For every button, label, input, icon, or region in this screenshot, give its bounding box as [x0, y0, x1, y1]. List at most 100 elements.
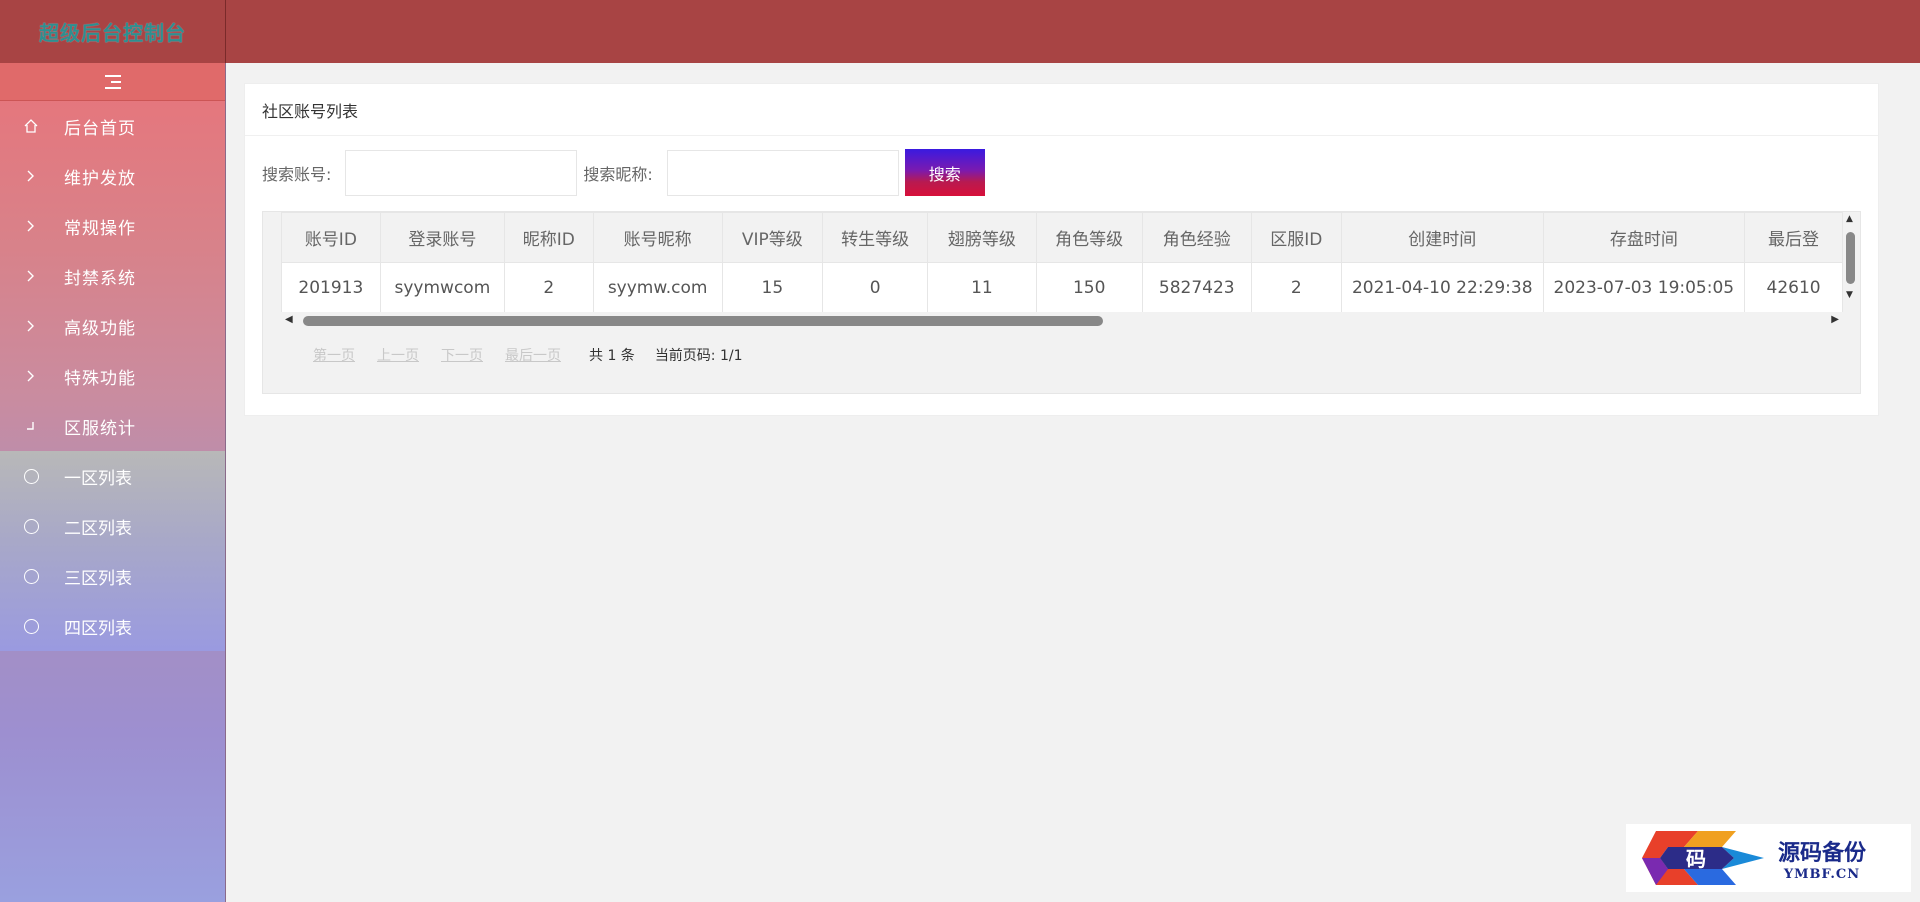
card-title: 社区账号列表: [245, 84, 1878, 136]
table-header-row: 账号ID 登录账号 昵称ID 账号昵称 VIP等级 转生等级 翅膀等级 角色等级…: [281, 212, 1843, 263]
scroll-down-icon[interactable]: ▼: [1846, 290, 1853, 300]
sidebar-item-special[interactable]: 特殊功能: [0, 351, 225, 401]
scroll-up-icon[interactable]: ▲: [1846, 214, 1853, 224]
account-list-card: 社区账号列表 搜索账号: 搜索昵称: 搜索 账号ID 登录账号 昵称ID 账号昵…: [244, 83, 1879, 416]
sidebar-item-label: 特殊功能: [64, 368, 136, 389]
first-page-link[interactable]: 第一页: [313, 345, 355, 365]
app-title: 超级后台控制台: [39, 21, 186, 45]
sidebar-subitem-zone-2[interactable]: 二区列表: [0, 501, 225, 551]
watermark: 码 源码备份 YMBF.CN: [1626, 824, 1911, 892]
vertical-scroll-thumb[interactable]: [1846, 232, 1855, 284]
column-header: 角色经验: [1141, 212, 1252, 263]
column-header: 账号ID: [281, 212, 381, 263]
table-cell: 2023-07-03 19:05:05: [1542, 262, 1746, 313]
sidebar-subitem-zone-1[interactable]: 一区列表: [0, 451, 225, 501]
column-header: 转生等级: [821, 212, 929, 263]
total-count: 共 1 条: [589, 348, 635, 364]
search-button[interactable]: 搜索: [904, 149, 985, 196]
account-table: 账号ID 登录账号 昵称ID 账号昵称 VIP等级 转生等级 翅膀等级 角色等级…: [281, 212, 1843, 313]
current-page: 当前页码: 1/1: [654, 348, 743, 364]
sidebar-subitem-label: 二区列表: [64, 518, 132, 539]
column-header: 创建时间: [1340, 212, 1544, 263]
table-cell: 2021-04-10 22:29:38: [1340, 262, 1544, 313]
sidebar-item-home[interactable]: 后台首页: [0, 101, 225, 151]
account-search-label: 搜索账号:: [262, 164, 332, 184]
vertical-scrollbar[interactable]: ▲ ▼: [1843, 212, 1857, 330]
sidebar-item-label: 维护发放: [64, 168, 136, 189]
sidebar-item-label: 封禁系统: [64, 268, 136, 289]
sidebar-item-server-stats[interactable]: 区服统计: [0, 401, 225, 451]
table-cell: 2: [1250, 262, 1342, 313]
table-row[interactable]: 201913 syymwcom 2 syymw.com 15 0 11 150 …: [281, 262, 1843, 313]
last-page-link[interactable]: 最后一页: [505, 345, 561, 365]
sidebar-subitem-zone-3[interactable]: 三区列表: [0, 551, 225, 601]
column-header: VIP等级: [721, 212, 823, 263]
sidebar-item-label: 后台首页: [64, 118, 136, 139]
sidebar: 后台首页 维护发放 常规操作 封禁系统 高级功能 特殊功能 区服统计 一区列表 …: [0, 63, 226, 902]
column-header: 账号昵称: [592, 212, 723, 263]
sidebar-item-label: 高级功能: [64, 318, 136, 339]
search-bar: 搜索账号: 搜索昵称: 搜索: [262, 149, 985, 196]
watermark-en: YMBF.CN: [1783, 866, 1861, 882]
circle-icon: [22, 467, 40, 485]
menu-fold-icon: [104, 74, 121, 89]
chevron-right-icon: [22, 217, 40, 235]
column-header: 区服ID: [1250, 212, 1342, 263]
next-page-link[interactable]: 下一页: [441, 345, 483, 365]
column-header: 翅膀等级: [927, 212, 1037, 263]
watermark-cn: 源码备份: [1778, 839, 1867, 866]
horizontal-scroll-thumb[interactable]: [303, 316, 1103, 326]
horizontal-scrollbar[interactable]: ◀ ▶: [281, 312, 1843, 330]
sidebar-item-label: 常规操作: [64, 218, 136, 239]
chevron-right-icon: [22, 267, 40, 285]
home-icon: [22, 117, 40, 135]
svg-text:码: 码: [1686, 847, 1706, 871]
scroll-left-icon[interactable]: ◀: [285, 314, 293, 325]
table-container: 账号ID 登录账号 昵称ID 账号昵称 VIP等级 转生等级 翅膀等级 角色等级…: [262, 211, 1861, 394]
chevron-right-icon: [22, 367, 40, 385]
circle-icon: [22, 617, 40, 635]
table-cell: 15: [721, 262, 823, 313]
sidebar-subitem-label: 三区列表: [64, 568, 132, 589]
server-stats-submenu: 一区列表 二区列表 三区列表 四区列表: [0, 451, 225, 651]
column-header: 昵称ID: [504, 212, 594, 263]
table-cell: syymw.com: [592, 262, 723, 313]
table-cell: syymwcom: [379, 262, 506, 313]
column-header: 最后登: [1744, 212, 1843, 263]
column-header: 角色等级: [1035, 212, 1143, 263]
circle-icon: [22, 517, 40, 535]
table-cell: 2: [504, 262, 594, 313]
sidebar-subitem-label: 四区列表: [64, 618, 132, 639]
table-cell: 5827423: [1141, 262, 1252, 313]
sidebar-toggle-button[interactable]: [0, 63, 225, 101]
nickname-search-label: 搜索昵称:: [583, 164, 653, 184]
watermark-logo-icon: 码: [1638, 827, 1768, 889]
sidebar-subitem-label: 一区列表: [64, 468, 132, 489]
pagination: 第一页 上一页 下一页 最后一页 共 1 条 当前页码: 1/1: [313, 345, 757, 365]
top-header: 超级后台控制台: [0, 0, 1920, 63]
sidebar-subitem-zone-4[interactable]: 四区列表: [0, 601, 225, 651]
circle-icon: [22, 567, 40, 585]
column-header: 存盘时间: [1542, 212, 1746, 263]
table-cell: 201913: [281, 262, 381, 313]
sidebar-item-maintenance[interactable]: 维护发放: [0, 151, 225, 201]
account-search-input[interactable]: [345, 149, 578, 196]
scroll-right-icon[interactable]: ▶: [1831, 314, 1839, 325]
sidebar-item-advanced[interactable]: 高级功能: [0, 301, 225, 351]
table-cell: 150: [1035, 262, 1143, 313]
main-content: 社区账号列表 搜索账号: 搜索昵称: 搜索 账号ID 登录账号 昵称ID 账号昵…: [227, 63, 1920, 902]
chevron-down-icon: [22, 417, 40, 435]
sidebar-item-label: 区服统计: [64, 418, 136, 439]
table-cell: 11: [927, 262, 1037, 313]
logo-area: 超级后台控制台: [0, 0, 226, 63]
chevron-right-icon: [22, 317, 40, 335]
sidebar-item-regular-ops[interactable]: 常规操作: [0, 201, 225, 251]
column-header: 登录账号: [379, 212, 506, 263]
chevron-right-icon: [22, 167, 40, 185]
table-cell: 42610: [1744, 262, 1843, 313]
prev-page-link[interactable]: 上一页: [377, 345, 419, 365]
sidebar-item-ban-system[interactable]: 封禁系统: [0, 251, 225, 301]
table-cell: 0: [821, 262, 929, 313]
watermark-text: 源码备份 YMBF.CN: [1778, 835, 1866, 882]
nickname-search-input[interactable]: [666, 149, 899, 196]
